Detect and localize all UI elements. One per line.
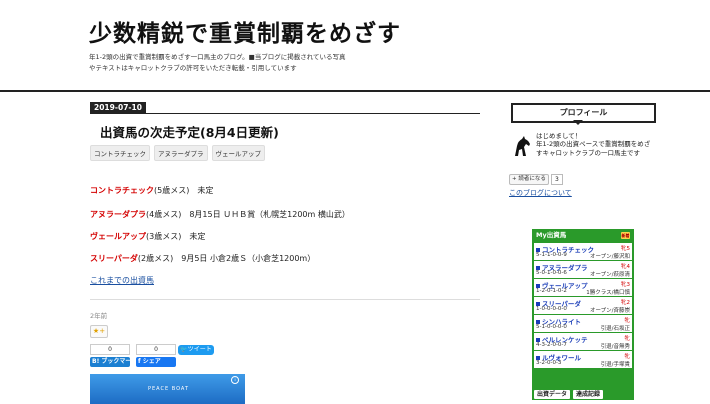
subscriber-count: 3 [551, 174, 563, 185]
horse-name[interactable]: ヴェールアップ [90, 232, 146, 241]
post-date[interactable]: 2019-07-10 [90, 102, 146, 113]
site-description-line1: 年1-2頭の出資で重賞制覇をめざす一口馬主のブログ。■当ブログに掲載されている写… [89, 53, 346, 61]
my-horse-item[interactable]: ヴェールアップ 牝3 1-2-0-1-0-2 1勝クラス/橋口慎 [534, 279, 632, 296]
my-horses-title: My出資馬 [536, 231, 567, 239]
horse-avatar-icon[interactable] [512, 136, 532, 158]
profile-heading-arrow [573, 120, 583, 125]
my-horse-record: 3-2-0-0-3 [536, 360, 562, 366]
blog-header: 少数精鋭で重賞制覇をめざす 年1-2頭の出資で重賞制覇をめざす一口馬主のブログ。… [0, 0, 710, 92]
my-horse-sex-age: 牝3 [621, 282, 630, 288]
post-footer-divider [90, 299, 480, 300]
past-horses-link[interactable]: これまでの出資馬 [90, 275, 154, 286]
facebook-share: 0 f シェア [136, 344, 176, 367]
horse-entry: ヴェールアップ(3歳メス) 未定 [90, 231, 205, 242]
horse-entry: アヌラーダプラ(4歳メス) 8月15日 ＵＨＢ賞（札幌芝1200m 横山武） [90, 209, 350, 220]
hatena-bookmark-count: 0 [90, 344, 130, 355]
my-horse-sex-age: 牝4 [621, 264, 630, 270]
horse-entry: スリーパーダ(2歳メス) 9月5日 小倉2歳Ｓ（小倉芝1200m） [90, 253, 315, 264]
my-horse-item[interactable]: コントラチェック 牝5 5-1-1-0-0-9 オープン/藤沢和 [534, 243, 632, 260]
profile-heading: プロフィール [511, 103, 656, 123]
profile-name: はじめまして！ [536, 132, 582, 140]
horse-entry: コントラチェック(5歳メス) 未定 [90, 185, 213, 196]
my-horse-trainer: 引退/音無秀 [600, 344, 630, 350]
twitter-bird-icon: 🐦 [180, 346, 188, 353]
horse-name[interactable]: コントラチェック [90, 186, 154, 195]
facebook-share-button[interactable]: f シェア [136, 357, 176, 367]
my-horses-list: コントラチェック 牝5 5-1-1-0-0-9 オープン/藤沢和 アヌラーダプラ… [534, 243, 632, 369]
post-article: 2019-07-10 出資馬の次走予定(8月4日更新) コントラチェック アヌラ… [90, 92, 480, 404]
horse-info: (2歳メス) 9月5日 小倉2歳Ｓ（小倉芝1200m） [137, 254, 316, 263]
new-badge: 新着 [621, 232, 630, 239]
tweet-label: ツイート [187, 346, 212, 353]
horse-info: (4歳メス) 8月15日 ＵＨＢ賞（札幌芝1200m 横山武） [146, 210, 350, 219]
my-horse-trainer: オープン/斉藤崇 [589, 308, 630, 314]
my-horse-item[interactable]: ルヴォワール 牝 3-2-0-0-3 引退/手塚貴 [534, 351, 632, 368]
sidebar: プロフィール はじめまして！ 年1-2頭の出資ペースで重賞制覇をめざすキャロット… [509, 100, 657, 400]
horse-name[interactable]: スリーパーダ [90, 254, 138, 263]
my-horse-trainer: 引退/手塚貴 [600, 362, 630, 368]
post-title[interactable]: 出資馬の次走予定(8月4日更新) [100, 122, 279, 141]
about-blog-link[interactable]: このブログについて [509, 188, 572, 198]
tag-veil-up[interactable]: ヴェールアップ [211, 145, 265, 161]
my-horse-item[interactable]: スリーパーダ 牝2 1-0-0-0-0-0 オープン/斉藤崇 [534, 297, 632, 314]
tab-achievements[interactable]: 達成記録 [573, 390, 604, 399]
my-horse-record: 1-2-0-1-0-2 [536, 288, 567, 294]
horse-info: (3歳メス) 未定 [146, 232, 206, 241]
my-horses-widget: My出資馬 新着 コントラチェック 牝5 5-1-1-0-0-9 オープン/藤沢… [532, 229, 634, 400]
hatena-star-button[interactable]: ★+ [90, 325, 108, 338]
my-horse-trainer: オープン/萩原清 [589, 272, 630, 278]
site-description-line2: やテキストはキャロットクラブの許可をいただき転載・引用しています [89, 64, 297, 72]
my-horses-tabs: 出資データ 達成記録 [534, 390, 604, 399]
my-horse-sex-age: 牝 [624, 318, 630, 324]
my-horse-record: 1-0-0-0-0-0 [536, 306, 567, 312]
facebook-share-count: 0 [136, 344, 176, 355]
my-horse-sex-age: 牝2 [621, 300, 630, 306]
tweet-button[interactable]: 🐦ツイート [178, 345, 214, 355]
ad-text: PEACE BOAT [148, 386, 190, 392]
hatena-bookmark-button[interactable]: B! ブックマーク [90, 357, 137, 367]
my-horses-header: My出資馬 新着 [532, 229, 634, 242]
site-description: 年1-2頭の出資で重賞制覇をめざす一口馬主のブログ。■当ブログに掲載されている写… [89, 52, 389, 74]
horse-name[interactable]: アヌラーダプラ [90, 210, 146, 219]
tab-investment-data[interactable]: 出資データ [534, 390, 571, 399]
post-time-ago[interactable]: 2年前 [90, 310, 107, 320]
my-horse-record: 5-0-1-0-0-6 [536, 270, 567, 276]
my-horse-trainer: オープン/藤沢和 [589, 254, 630, 260]
my-horse-item[interactable]: ペルレンケッテ 牝 4-3-2-0-0-7 引退/音無秀 [534, 333, 632, 350]
my-horse-item[interactable]: アヌラーダプラ 牝4 5-0-1-0-0-6 オープン/萩原清 [534, 261, 632, 278]
subscribe-label: 読者になる [518, 176, 546, 182]
hatena-bookmark-share: 0 B! ブックマーク [90, 344, 137, 367]
site-title[interactable]: 少数精鋭で重賞制覇をめざす [89, 14, 401, 48]
my-horse-sex-age: 牝 [624, 336, 630, 342]
my-horse-item[interactable]: シンハライト 牝 5-1-0-0-0-0 引退/石坂正 [534, 315, 632, 332]
my-horse-record: 5-1-0-0-0-0 [536, 324, 567, 330]
ad-info-icon[interactable]: i [231, 376, 239, 384]
my-horse-sex-age: 牝5 [621, 246, 630, 252]
tag-contra-check[interactable]: コントラチェック [90, 145, 150, 161]
my-horse-record: 4-3-2-0-0-7 [536, 342, 567, 348]
date-divider [90, 113, 480, 114]
horse-info: (5歳メス) 未定 [154, 186, 214, 195]
profile-bio: 年1-2頭の出資ペースで重賞制覇をめざすキャロットクラブの一口馬主です [536, 140, 651, 157]
post-tags: コントラチェック アヌラーダプラ ヴェールアップ [90, 145, 265, 161]
tag-anuradhapura[interactable]: アヌラーダプラ [154, 145, 208, 161]
my-horse-trainer: 引退/石坂正 [600, 326, 630, 332]
subscribe-button[interactable]: + 読者になる [509, 174, 549, 185]
my-horse-sex-age: 牝 [624, 354, 630, 360]
my-horse-trainer: 1勝クラス/橋口慎 [586, 290, 630, 296]
my-horse-record: 5-1-1-0-0-9 [536, 252, 567, 258]
